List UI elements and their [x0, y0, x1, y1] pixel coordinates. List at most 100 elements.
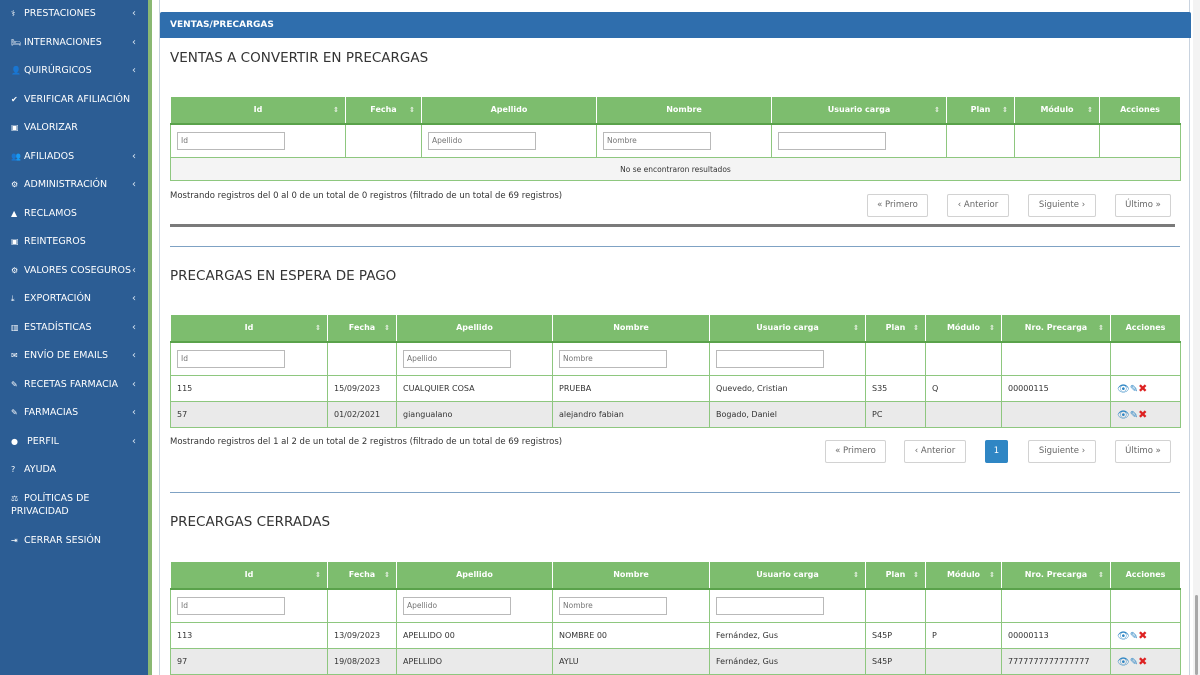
sidebar-item[interactable]: ⇥ CERRAR SESIÓN: [0, 534, 148, 547]
table-row[interactable]: 113 13/09/2023 APELLIDO 00 NOMBRE 00 Fernánd…: [170, 622, 1181, 649]
column-header[interactable]: Nombre: [596, 96, 772, 125]
usuario-filter-input[interactable]: [716, 596, 824, 615]
column-header-label: Plan: [885, 323, 906, 333]
sidebar-item[interactable]: 👥 AFILIADOS ‹: [0, 150, 148, 163]
sidebar-item[interactable]: ▥ ESTADÍSTICAS ‹: [0, 321, 148, 334]
view-icon[interactable]: 👁: [1117, 657, 1130, 668]
sidebar-item[interactable]: 👤 QUIRÚRGICOS ‹: [0, 64, 148, 77]
espera-prev-button[interactable]: ‹ Anterior: [904, 440, 966, 463]
column-header[interactable]: Módulo ⇕: [925, 561, 1002, 590]
main-panel: VENTAS/PRECARGAS VENTAS A CONVERTIR EN P…: [159, 0, 1191, 675]
espera-next-button[interactable]: Siguiente ›: [1028, 440, 1096, 463]
pharmacy-icon: ✎: [11, 408, 18, 417]
sidebar-item[interactable]: ⚕ PRESTACIONES ‹: [0, 7, 148, 20]
sidebar-item-label: PRESTACIONES: [24, 8, 96, 19]
sidebar-item[interactable]: ? AYUDA: [0, 463, 148, 476]
id-filter-input[interactable]: [177, 349, 285, 368]
divider: [170, 224, 1175, 227]
column-header[interactable]: Usuario carga ⇕: [709, 314, 866, 343]
column-header[interactable]: Nombre: [552, 561, 710, 590]
column-header[interactable]: Id ⇕: [170, 314, 328, 343]
usuario-filter-input[interactable]: [716, 349, 824, 368]
delete-icon[interactable]: ✖: [1138, 655, 1147, 668]
sort-icon: ⇕: [409, 106, 415, 114]
sidebar-item[interactable]: ✎ FARMACIAS ‹: [0, 406, 148, 419]
apellido-filter-input[interactable]: [428, 131, 536, 150]
table-row[interactable]: 57 01/02/2021 giangualano alejandro fabian B…: [170, 401, 1181, 428]
sidebar-item[interactable]: ⚖ POLÍTICAS DE PRIVACIDAD: [0, 492, 148, 518]
column-header[interactable]: Nro. Precarga ⇕: [1001, 314, 1111, 343]
edit-icon[interactable]: ✎: [1130, 410, 1138, 421]
nombre-filter-input[interactable]: [559, 596, 667, 615]
view-icon[interactable]: 👁: [1117, 410, 1130, 421]
sidebar-item[interactable]: ▲ RECLAMOS: [0, 207, 148, 220]
column-header[interactable]: Módulo ⇕: [925, 314, 1002, 343]
column-header[interactable]: Acciones: [1110, 561, 1181, 590]
column-header[interactable]: Fecha ⇕: [327, 561, 397, 590]
scrollbar[interactable]: [1193, 0, 1200, 675]
sidebar-item-label: PERFIL: [24, 436, 59, 447]
sidebar-item[interactable]: ⚙ ADMINISTRACIÓN ‹: [0, 178, 148, 191]
column-header[interactable]: Fecha ⇕: [345, 96, 422, 125]
sidebar-item[interactable]: ✉ ENVÍO DE EMAILS ‹: [0, 349, 148, 362]
nombre-filter-input[interactable]: [559, 349, 667, 368]
table-row[interactable]: 115 15/09/2023 CUALQUIER COSA PRUEBA Quevedo…: [170, 375, 1181, 402]
table-cell: 97: [170, 648, 328, 675]
column-header[interactable]: Apellido: [396, 314, 553, 343]
sidebar-item[interactable]: 🛏 INTERNACIONES ‹: [0, 36, 148, 49]
column-header[interactable]: Id ⇕: [170, 561, 328, 590]
nombre-filter-input[interactable]: [603, 131, 711, 150]
espera-last-button[interactable]: Último »: [1115, 440, 1171, 463]
empty-message: No se encontraron resultados: [170, 157, 1181, 181]
row-actions: 👁✎✖: [1110, 401, 1181, 428]
page-1-button[interactable]: 1: [985, 440, 1008, 463]
sidebar-item[interactable]: ⤓ EXPORTACIÓN ‹: [0, 292, 148, 305]
apellido-filter-input[interactable]: [403, 596, 511, 615]
view-icon[interactable]: 👁: [1117, 384, 1130, 395]
usuario-filter-input[interactable]: [778, 131, 886, 150]
apellido-filter-input[interactable]: [403, 349, 511, 368]
chevron-left-icon: ‹: [132, 407, 136, 418]
column-header[interactable]: Id ⇕: [170, 96, 346, 125]
id-filter-input[interactable]: [177, 131, 285, 150]
ventas-first-button[interactable]: « Primero: [867, 194, 928, 217]
delete-icon[interactable]: ✖: [1138, 629, 1147, 642]
delete-icon[interactable]: ✖: [1138, 408, 1147, 421]
column-header-label: Nro. Precarga: [1024, 323, 1088, 333]
sidebar-item-label: CERRAR SESIÓN: [24, 535, 102, 546]
column-header[interactable]: Usuario carga ⇕: [709, 561, 866, 590]
id-filter-input[interactable]: [177, 596, 285, 615]
scrollbar-thumb[interactable]: [1195, 595, 1198, 675]
column-header[interactable]: Acciones: [1099, 96, 1181, 125]
column-header[interactable]: Nombre: [552, 314, 710, 343]
sidebar-item[interactable]: ▣ REINTEGROS: [0, 235, 148, 248]
column-header[interactable]: Nro. Precarga ⇕: [1001, 561, 1111, 590]
sidebar-item[interactable]: ● PERFIL ‹: [0, 435, 148, 448]
column-header[interactable]: Apellido: [421, 96, 597, 125]
ventas-last-button[interactable]: Último »: [1115, 194, 1171, 217]
edit-icon[interactable]: ✎: [1130, 631, 1138, 642]
column-header[interactable]: Módulo ⇕: [1014, 96, 1100, 125]
espera-first-button[interactable]: « Primero: [825, 440, 886, 463]
sidebar-item[interactable]: ⚙ VALORES COSEGUROS ‹: [0, 264, 148, 277]
column-header-label: Plan: [970, 105, 991, 115]
column-header[interactable]: Apellido: [396, 561, 553, 590]
column-header[interactable]: Plan ⇕: [865, 314, 926, 343]
column-header[interactable]: Plan ⇕: [865, 561, 926, 590]
column-header[interactable]: Fecha ⇕: [327, 314, 397, 343]
column-header[interactable]: Acciones: [1110, 314, 1181, 343]
sidebar-item[interactable]: ✔ VERIFICAR AFILIACIÓN: [0, 93, 148, 106]
edit-icon[interactable]: ✎: [1130, 657, 1138, 668]
column-header[interactable]: Plan ⇕: [946, 96, 1015, 125]
table-row[interactable]: 97 19/08/2023 APELLIDO AYLU Fernández, Gus S4…: [170, 648, 1181, 675]
table-cell: S35: [865, 375, 926, 402]
view-icon[interactable]: 👁: [1117, 631, 1130, 642]
delete-icon[interactable]: ✖: [1138, 382, 1147, 395]
ventas-prev-button[interactable]: ‹ Anterior: [947, 194, 1009, 217]
sidebar-item[interactable]: ✎ RECETAS FARMACIA ‹: [0, 378, 148, 391]
sort-icon: ⇕: [913, 324, 919, 332]
ventas-next-button[interactable]: Siguiente ›: [1028, 194, 1096, 217]
edit-icon[interactable]: ✎: [1130, 384, 1138, 395]
column-header[interactable]: Usuario carga ⇕: [771, 96, 947, 125]
sidebar-item[interactable]: ▣ VALORIZAR: [0, 121, 148, 134]
